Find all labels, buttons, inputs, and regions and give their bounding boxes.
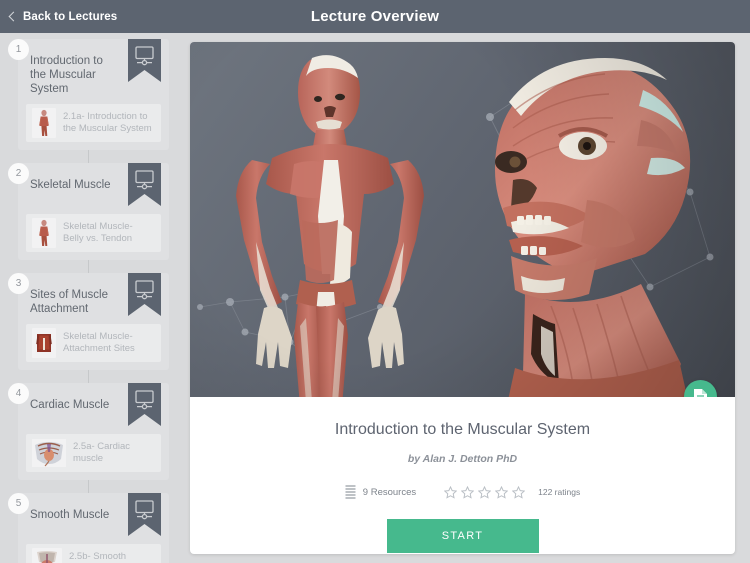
list-item[interactable]: 1 Introduction to the Muscular System 2.… — [8, 39, 169, 150]
lecture-title: Introduction to the Muscular System — [334, 421, 591, 438]
lesson-sub-item[interactable]: 2.5a- Cardiac muscle — [26, 434, 161, 472]
monitor-icon — [135, 390, 154, 410]
star-icon[interactable] — [444, 485, 458, 499]
monitor-icon — [135, 170, 154, 190]
lesson-card[interactable]: Skeletal Muscle Skeletal Muscle- Belly v… — [18, 163, 169, 260]
top-bar: Back to Lectures Lecture Overview — [0, 0, 750, 33]
list-item[interactable]: 4 Cardiac Muscle 2.5a- Cardiac muscle — [8, 383, 169, 480]
lesson-number-badge: 3 — [8, 273, 29, 294]
lesson-card[interactable]: Sites of Muscle Attachment Skeletal Musc… — [18, 273, 169, 370]
resources-list-icon — [345, 485, 356, 499]
star-rating[interactable] — [444, 485, 526, 499]
lesson-sub-item[interactable]: 2.1a- Introduction to the Muscular Syste… — [26, 104, 161, 142]
lesson-sub-label: 2.5b- Smooth Muscle — [69, 551, 127, 562]
lesson-sub-item[interactable]: 2.5b- Smooth Muscle — [26, 544, 161, 563]
monitor-icon — [135, 46, 154, 66]
lesson-sub-item[interactable]: Skeletal Muscle- Belly vs. Tendon — [26, 214, 161, 252]
lesson-connector — [88, 260, 89, 273]
lesson-sub-label: 2.5a- Cardiac muscle — [73, 441, 131, 464]
lesson-thumbnail — [32, 328, 56, 358]
resources-count-label: 9 Resources — [362, 486, 417, 498]
lesson-number-badge: 1 — [8, 39, 29, 60]
lesson-number-badge: 4 — [8, 383, 29, 404]
chevron-left-icon — [8, 11, 19, 22]
lesson-sub-label: Skeletal Muscle- Belly vs. Tendon — [63, 221, 133, 244]
lesson-sub-item[interactable]: Skeletal Muscle- Attachment Sites — [26, 324, 161, 362]
lecture-info: Introduction to the Muscular System by A… — [190, 397, 735, 553]
lesson-thumbnail — [32, 548, 62, 563]
list-item[interactable]: 2 Skeletal Muscle Skeletal Muscle- Belly… — [8, 163, 169, 260]
back-to-lectures-button[interactable]: Back to Lectures — [8, 10, 118, 23]
lesson-thumbnail — [32, 108, 56, 138]
lesson-card[interactable]: Smooth Muscle 2.5b- Smooth M — [18, 493, 169, 563]
star-icon[interactable] — [512, 485, 526, 499]
document-icon — [694, 389, 707, 397]
lesson-sub-label: Skeletal Muscle- Attachment Sites — [63, 331, 135, 354]
lesson-thumbnail — [32, 218, 56, 248]
lecture-author: by Alan J. Detton PhD — [407, 453, 518, 465]
lesson-sidebar[interactable]: 1 Introduction to the Muscular System 2.… — [0, 33, 177, 563]
page-body: 1 Introduction to the Muscular System 2.… — [0, 33, 750, 563]
lecture-meta-row: 9 Resources 122 ratings — [190, 485, 735, 499]
lesson-connector — [88, 370, 89, 383]
start-button[interactable]: START — [386, 519, 539, 553]
lecture-hero-image — [190, 42, 735, 397]
lecture-overview-panel: Introduction to the Muscular System by A… — [190, 42, 735, 554]
lesson-number-badge: 5 — [8, 493, 29, 514]
monitor-icon — [135, 500, 154, 520]
lesson-sub-label: 2.1a- Introduction to the Muscular Syste… — [63, 111, 152, 134]
lesson-card[interactable]: Cardiac Muscle 2.5a- Cardiac muscle — [18, 383, 169, 480]
list-item[interactable]: 3 Sites of Muscle Attachment Skeletal Mu… — [8, 273, 169, 370]
back-to-lectures-label: Back to Lectures — [23, 10, 118, 23]
lesson-connector — [88, 480, 89, 493]
star-icon[interactable] — [495, 485, 509, 499]
lesson-number-badge: 2 — [8, 163, 29, 184]
lesson-connector — [88, 150, 89, 163]
star-icon[interactable] — [461, 485, 475, 499]
hero-vignette — [190, 42, 735, 397]
star-icon[interactable] — [478, 485, 492, 499]
lesson-card[interactable]: Introduction to the Muscular System 2.1a… — [18, 39, 169, 150]
monitor-icon — [135, 280, 154, 300]
ratings-count-label: 122 ratings — [538, 487, 581, 497]
lesson-thumbnail — [32, 438, 66, 468]
list-item[interactable]: 5 Smooth Muscle 2.5b- Smooth — [8, 493, 169, 563]
